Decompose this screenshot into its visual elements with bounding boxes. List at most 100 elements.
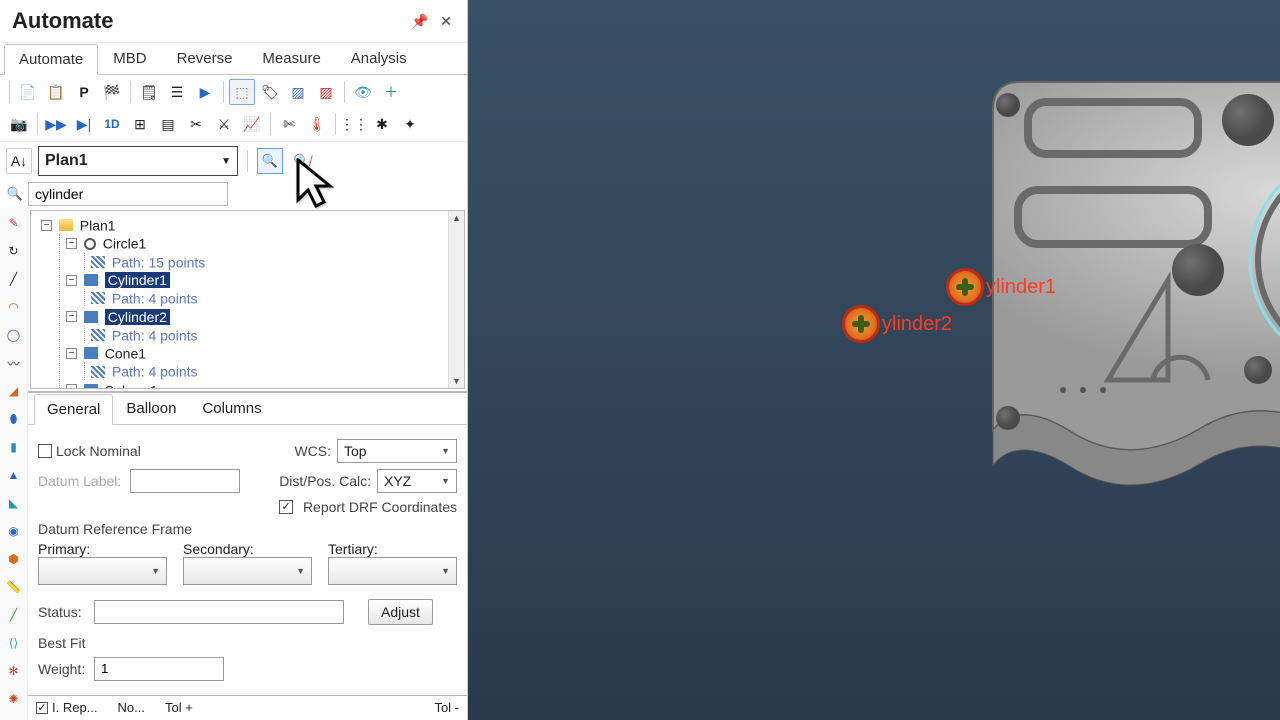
tree-scrollbar[interactable]: ▲ ▼ [448, 211, 464, 388]
flag-icon[interactable]: 🏁 [99, 79, 125, 105]
collapse-icon[interactable]: − [66, 238, 77, 249]
tab-mbd[interactable]: MBD [98, 43, 161, 74]
report-drf-checkbox[interactable]: ✓ [279, 500, 293, 514]
hatch-red-icon[interactable]: ▨ [313, 79, 339, 105]
find-clear-icon[interactable]: 🔍̸ [289, 148, 315, 174]
tree-item-cone1[interactable]: − Cone1 Path: 4 points [66, 344, 462, 380]
collapse-icon[interactable]: − [41, 220, 52, 231]
scissors-icon[interactable]: ✄ [276, 111, 302, 137]
point-tool-icon[interactable]: ✎ [3, 212, 25, 234]
line-tool-icon[interactable]: ╱ [3, 268, 25, 290]
angle-tool-icon[interactable]: ⟨⟩ [3, 632, 25, 654]
plan-dropdown[interactable]: Plan1 ▼ [38, 146, 238, 176]
wcs-label: WCS: [294, 443, 331, 459]
tab-reverse[interactable]: Reverse [162, 43, 248, 74]
burst-tool-icon[interactable]: ✺ [3, 688, 25, 710]
prism-tool-icon[interactable]: ◢ [3, 380, 25, 402]
collapse-icon[interactable]: − [66, 348, 77, 359]
find-button[interactable]: 🔍 [257, 148, 283, 174]
repeat-icon[interactable]: ↻ [3, 240, 25, 262]
bottom-no[interactable]: No... [118, 700, 145, 715]
poly-tool-icon[interactable]: ⬢ [3, 548, 25, 570]
clipboard-icon[interactable]: 📋 [43, 79, 69, 105]
status-input[interactable] [94, 600, 344, 624]
plus-icon[interactable]: ＋ [378, 79, 404, 105]
viewport-label-cylinder1[interactable]: ylinder1 [946, 268, 1056, 306]
grid-icon[interactable]: ⊞ [127, 111, 153, 137]
tree-item-sphere1[interactable]: − Sphere1 [66, 381, 462, 389]
primary-dropdown[interactable]: ▼ [38, 557, 167, 585]
camera-icon[interactable]: 📷 [6, 111, 32, 137]
datum-label: Datum Label: [38, 473, 124, 489]
tab-columns[interactable]: Columns [189, 393, 274, 424]
feature-tree[interactable]: − Plan1 − Circle1 Path: [30, 210, 465, 389]
scroll-up-icon[interactable]: ▲ [449, 211, 464, 225]
spline-tool-icon[interactable]: 〰 [3, 352, 25, 374]
tab-general[interactable]: General [34, 394, 113, 425]
datum-label-input[interactable] [130, 469, 240, 493]
secondary-dropdown[interactable]: ▼ [183, 557, 312, 585]
viewport-label-cylinder2[interactable]: ylinder2 [842, 305, 952, 343]
tree-item-cylinder1[interactable]: − Cylinder1 Path: 4 points [66, 271, 462, 307]
tertiary-dropdown[interactable]: ▼ [328, 557, 457, 585]
axes-icon[interactable]: ✦ [397, 111, 423, 137]
tab-measure[interactable]: Measure [247, 43, 335, 74]
chart-icon[interactable]: 📈 [239, 111, 265, 137]
ellipse-tool-icon[interactable]: ◯ [3, 324, 25, 346]
tag-icon[interactable]: 🏷 [257, 79, 283, 105]
p-icon[interactable]: P [71, 79, 97, 105]
torus-tool-icon[interactable]: ◉ [3, 520, 25, 542]
secondary-label: Secondary: [183, 541, 254, 557]
distpos-dropdown[interactable]: XYZ▼ [377, 469, 457, 493]
caliper-icon[interactable]: ✂ [183, 111, 209, 137]
edge-tool-icon[interactable]: ╱ [3, 604, 25, 626]
collapse-icon[interactable]: − [66, 275, 77, 286]
1d-icon[interactable]: 1D [99, 111, 125, 137]
play-icon[interactable]: ▶ [192, 79, 218, 105]
step-fwd-icon[interactable]: ▶▶ [43, 111, 69, 137]
bottom-tolm[interactable]: Tol - [434, 700, 459, 715]
hatch-icon[interactable]: ▨ [285, 79, 311, 105]
thermometer-icon[interactable]: 🌡 [304, 111, 330, 137]
dots-icon[interactable]: ⋮⋮ [341, 111, 367, 137]
wedge-tool-icon[interactable]: ◣ [3, 492, 25, 514]
collapse-icon[interactable]: − [66, 311, 77, 322]
tree-item-circle1[interactable]: − Circle1 Path: 15 points [66, 234, 462, 270]
vectors-icon[interactable]: ✱ [369, 111, 395, 137]
lock-nominal-checkbox[interactable] [38, 444, 52, 458]
pin-icon[interactable]: 📌 [411, 12, 429, 30]
search-input[interactable] [28, 182, 228, 206]
weight-input[interactable] [94, 657, 224, 681]
path-icon [91, 329, 105, 341]
ruler-tool-icon[interactable]: 📏 [3, 576, 25, 598]
notes-icon[interactable]: 📄 [15, 79, 41, 105]
tree-root[interactable]: − Plan1 − Circle1 Path: [41, 216, 462, 389]
3d-viewport[interactable]: ylinder1 ylinder2 [468, 0, 1280, 720]
bottom-tolp[interactable]: Tol + [165, 700, 193, 715]
props-tabs: General Balloon Columns [28, 391, 467, 425]
irep-toggle[interactable]: ✓I. Rep... [36, 700, 98, 715]
collapse-icon[interactable]: − [66, 384, 77, 388]
az-icon[interactable]: A↓ [6, 148, 32, 174]
cursor-box-icon[interactable]: ⬚ [229, 79, 255, 105]
eye-icon[interactable]: 👁 [350, 79, 376, 105]
tab-analysis[interactable]: Analysis [336, 43, 422, 74]
list-icon[interactable]: ☰ [164, 79, 190, 105]
table-icon[interactable]: ▤ [155, 111, 181, 137]
box-tool-icon[interactable]: ▮ [3, 436, 25, 458]
report-icon[interactable]: 🗒 [136, 79, 162, 105]
tree-item-cylinder2[interactable]: − Cylinder2 Path: 4 points [66, 307, 462, 343]
wcs-dropdown[interactable]: Top▼ [337, 439, 457, 463]
caliper2-icon[interactable]: ⚔ [211, 111, 237, 137]
cone-tool-icon[interactable]: ▲ [3, 464, 25, 486]
play-pause-icon[interactable]: ▶| [71, 111, 97, 137]
star-tool-icon[interactable]: ✻ [3, 660, 25, 682]
tab-automate[interactable]: Automate [4, 44, 98, 75]
arc-tool-icon[interactable]: ◠ [3, 296, 25, 318]
cylinder-tool-icon[interactable]: ⬮ [3, 408, 25, 430]
adjust-button[interactable]: Adjust [368, 599, 433, 625]
status-label: Status: [38, 604, 88, 620]
tab-balloon[interactable]: Balloon [113, 393, 189, 424]
scroll-down-icon[interactable]: ▼ [449, 374, 464, 388]
close-icon[interactable]: ✕ [437, 12, 455, 30]
